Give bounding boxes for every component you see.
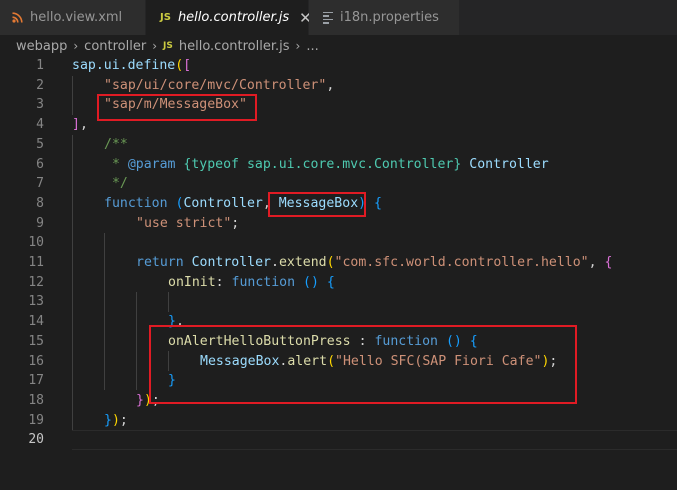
code-token: , (588, 255, 605, 270)
tab-label: hello.view.xml (30, 10, 123, 25)
code-token: {typeof sap.ui.core.mvc.Controller} (183, 156, 462, 172)
code-token: ) (111, 412, 120, 428)
line-number: 4 (36, 117, 44, 133)
code-token: ] (72, 117, 80, 133)
code-token: return (136, 255, 184, 270)
code-token: @param (127, 156, 176, 172)
code-token: ( (326, 255, 335, 270)
code-line-1: sap.ui.define([ (72, 56, 191, 76)
line-number: 18 (28, 392, 44, 408)
line-number: 11 (28, 255, 44, 270)
code-token: } (136, 392, 144, 408)
code-token: [ (183, 58, 192, 73)
code-token: "use strict" (136, 215, 232, 231)
line-number: 16 (28, 353, 44, 369)
line-number: 13 (28, 294, 44, 310)
highlight-box-messagebox-param (268, 192, 366, 217)
code-token: { (604, 255, 613, 270)
code-editor[interactable]: 1 2 3 4 5 6 7 8 9 10 11 12 13 14 15 16 1… (0, 56, 677, 490)
line-number: 8 (36, 195, 44, 211)
tab-hello-controller-js[interactable]: JS hello.controller.js ✕ (146, 0, 312, 35)
code-token: sap.ui.define (72, 58, 176, 73)
code-line-9: "use strict"; (136, 214, 239, 234)
line-number: 5 (36, 136, 44, 152)
code-token: , (79, 117, 88, 133)
line-number: 6 (36, 156, 44, 172)
line-number: 20 (28, 432, 44, 448)
code-token: Controller (469, 156, 549, 172)
chevron-right-icon: › (152, 39, 158, 53)
line-number: 7 (36, 176, 44, 192)
code-line-5: /** (104, 135, 128, 155)
code-token: . (271, 255, 279, 270)
tab-i18n-properties[interactable]: i18n.properties (309, 0, 459, 35)
tab-hello-view-xml[interactable]: hello.view.xml (0, 0, 145, 35)
code-token: , (326, 77, 335, 93)
line-number: 1 (36, 58, 44, 73)
code-line-11: return Controller.extend("com.sfc.world.… (136, 253, 612, 273)
code-line-2: "sap/ui/core/mvc/Controller", (104, 76, 334, 96)
code-token: function (231, 274, 296, 290)
line-number: 9 (36, 215, 44, 231)
tab-label: hello.controller.js (177, 10, 290, 25)
code-token: { (374, 195, 382, 211)
breadcrumb-item-controller[interactable]: controller (84, 39, 146, 54)
code-token: ( (175, 58, 184, 73)
code-token: () (303, 274, 319, 290)
code-line-12: onInit: function () { (168, 273, 335, 293)
code-token: ; (119, 412, 128, 428)
highlight-box-messagebox-import (97, 94, 257, 121)
code-token: } (104, 412, 112, 428)
code-token: onInit (168, 274, 216, 290)
code-token: ; (231, 215, 240, 231)
tab-label: i18n.properties (340, 10, 439, 25)
line-number: 12 (28, 274, 44, 290)
breadcrumb-item-webapp[interactable]: webapp (16, 39, 67, 54)
breadcrumb-item-file[interactable]: hello.controller.js (179, 39, 290, 54)
chevron-right-icon: › (73, 39, 79, 53)
js-icon: JS (163, 41, 173, 51)
code-token: { (326, 274, 335, 290)
line-number: 14 (28, 314, 44, 330)
line-number: 2 (36, 77, 44, 93)
code-token: : (215, 274, 232, 290)
lines-icon (323, 11, 333, 24)
line-number: 19 (28, 412, 44, 428)
code-token: /** (104, 136, 128, 152)
code-token: "sap/ui/core/mvc/Controller" (104, 77, 327, 93)
line-number: 3 (36, 97, 44, 113)
code-token: function (104, 195, 168, 211)
code-token: Controller (183, 195, 263, 211)
code-line-7: */ (104, 174, 128, 194)
code-line-19: }); (104, 411, 128, 431)
line-number: 17 (28, 373, 44, 389)
code-token: * (104, 156, 128, 172)
code-line-4: ], (72, 115, 88, 135)
rss-icon (12, 12, 23, 23)
js-icon: JS (160, 12, 171, 23)
breadcrumb: webapp › controller › JS hello.controlle… (0, 35, 677, 57)
code-token: Controller (191, 255, 271, 270)
code-line-6: * @param {typeof sap.ui.core.mvc.Control… (104, 155, 549, 175)
line-number: 15 (28, 333, 44, 349)
breadcrumb-item-more[interactable]: ... (306, 39, 318, 54)
line-number: 10 (28, 235, 44, 251)
code-token: extend (278, 255, 327, 270)
tab-bar: hello.view.xml JS hello.controller.js ✕ … (0, 0, 677, 35)
code-token: "com.sfc.world.controller.hello" (334, 255, 589, 270)
chevron-right-icon: › (295, 39, 301, 53)
highlight-box-alert-handler (149, 325, 577, 404)
code-token: */ (104, 176, 128, 192)
